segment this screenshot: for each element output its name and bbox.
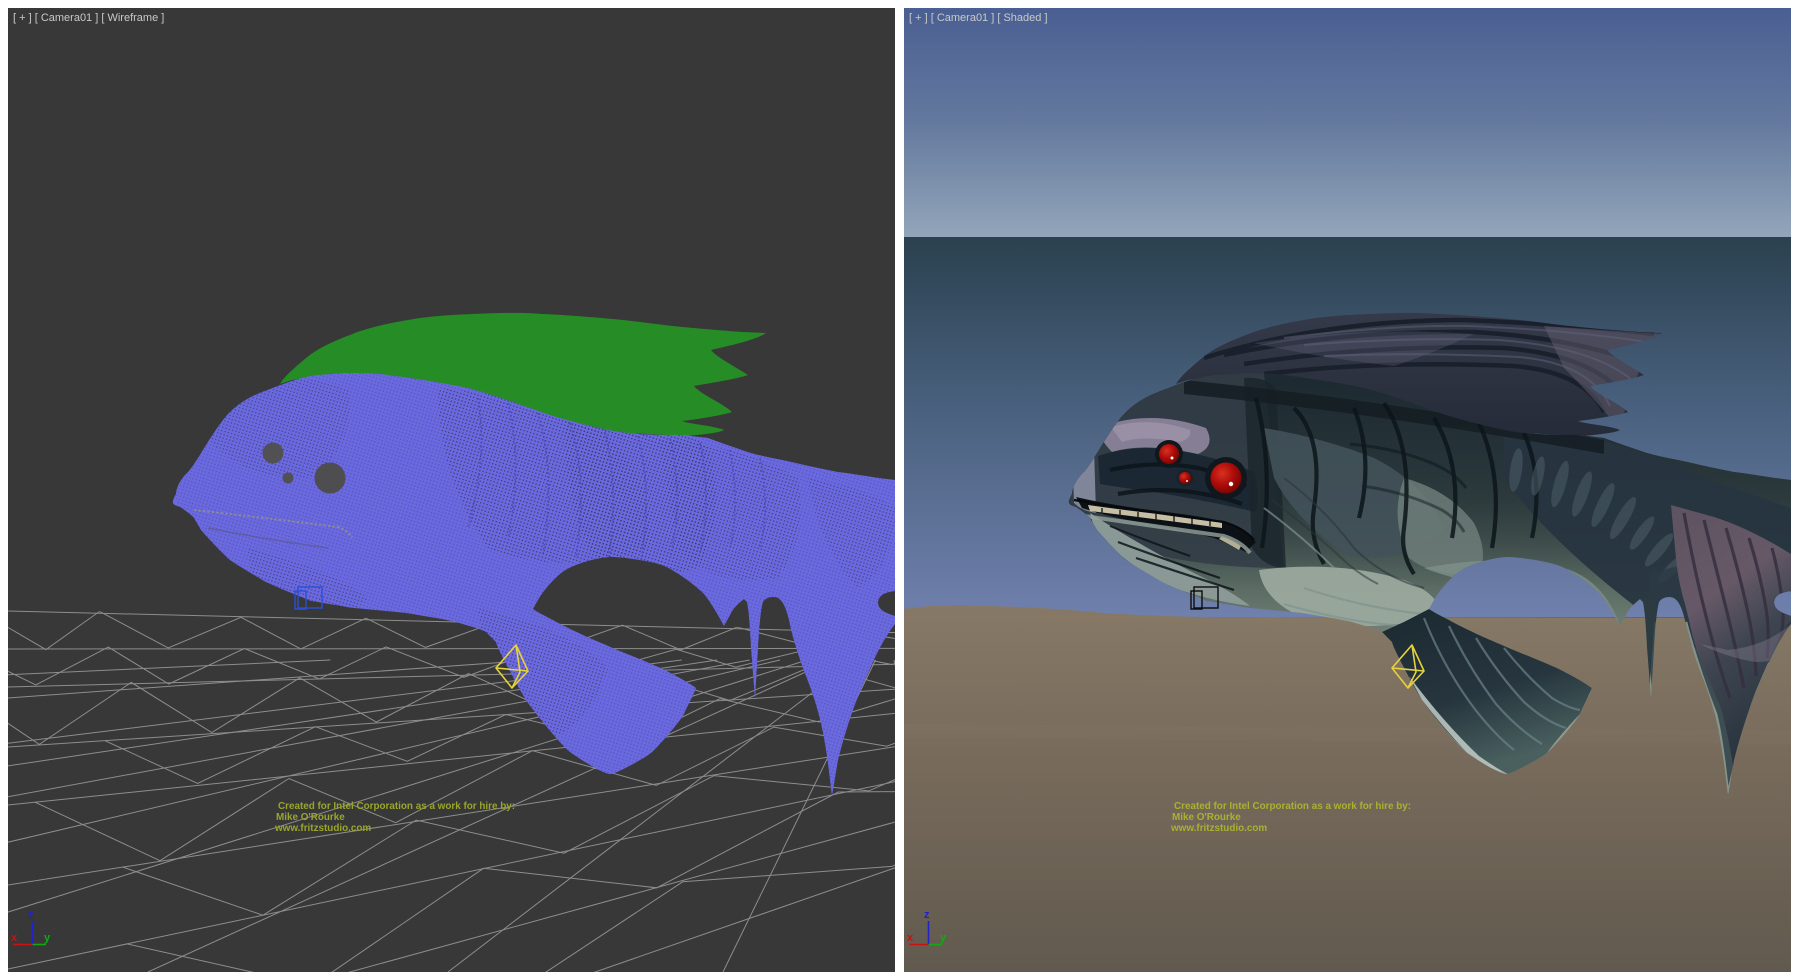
svg-text:Created for Intel Corporation: Created for Intel Corporation as a work … (278, 801, 515, 812)
svg-text:www.fritzstudio.com: www.fritzstudio.com (1170, 823, 1267, 834)
svg-text:Created for Intel Corporation: Created for Intel Corporation as a work … (1174, 801, 1411, 812)
svg-text:y: y (940, 932, 947, 944)
svg-text:z: z (924, 909, 930, 921)
svg-text:y: y (44, 932, 51, 944)
svg-text:www.fritzstudio.com: www.fritzstudio.com (274, 823, 371, 834)
svg-text:x: x (11, 932, 18, 944)
svg-text:z: z (28, 909, 34, 921)
svg-text:x: x (907, 932, 914, 944)
svg-text:Mike O'Rourke: Mike O'Rourke (1172, 812, 1241, 823)
svg-text:Mike O'Rourke: Mike O'Rourke (276, 812, 345, 823)
